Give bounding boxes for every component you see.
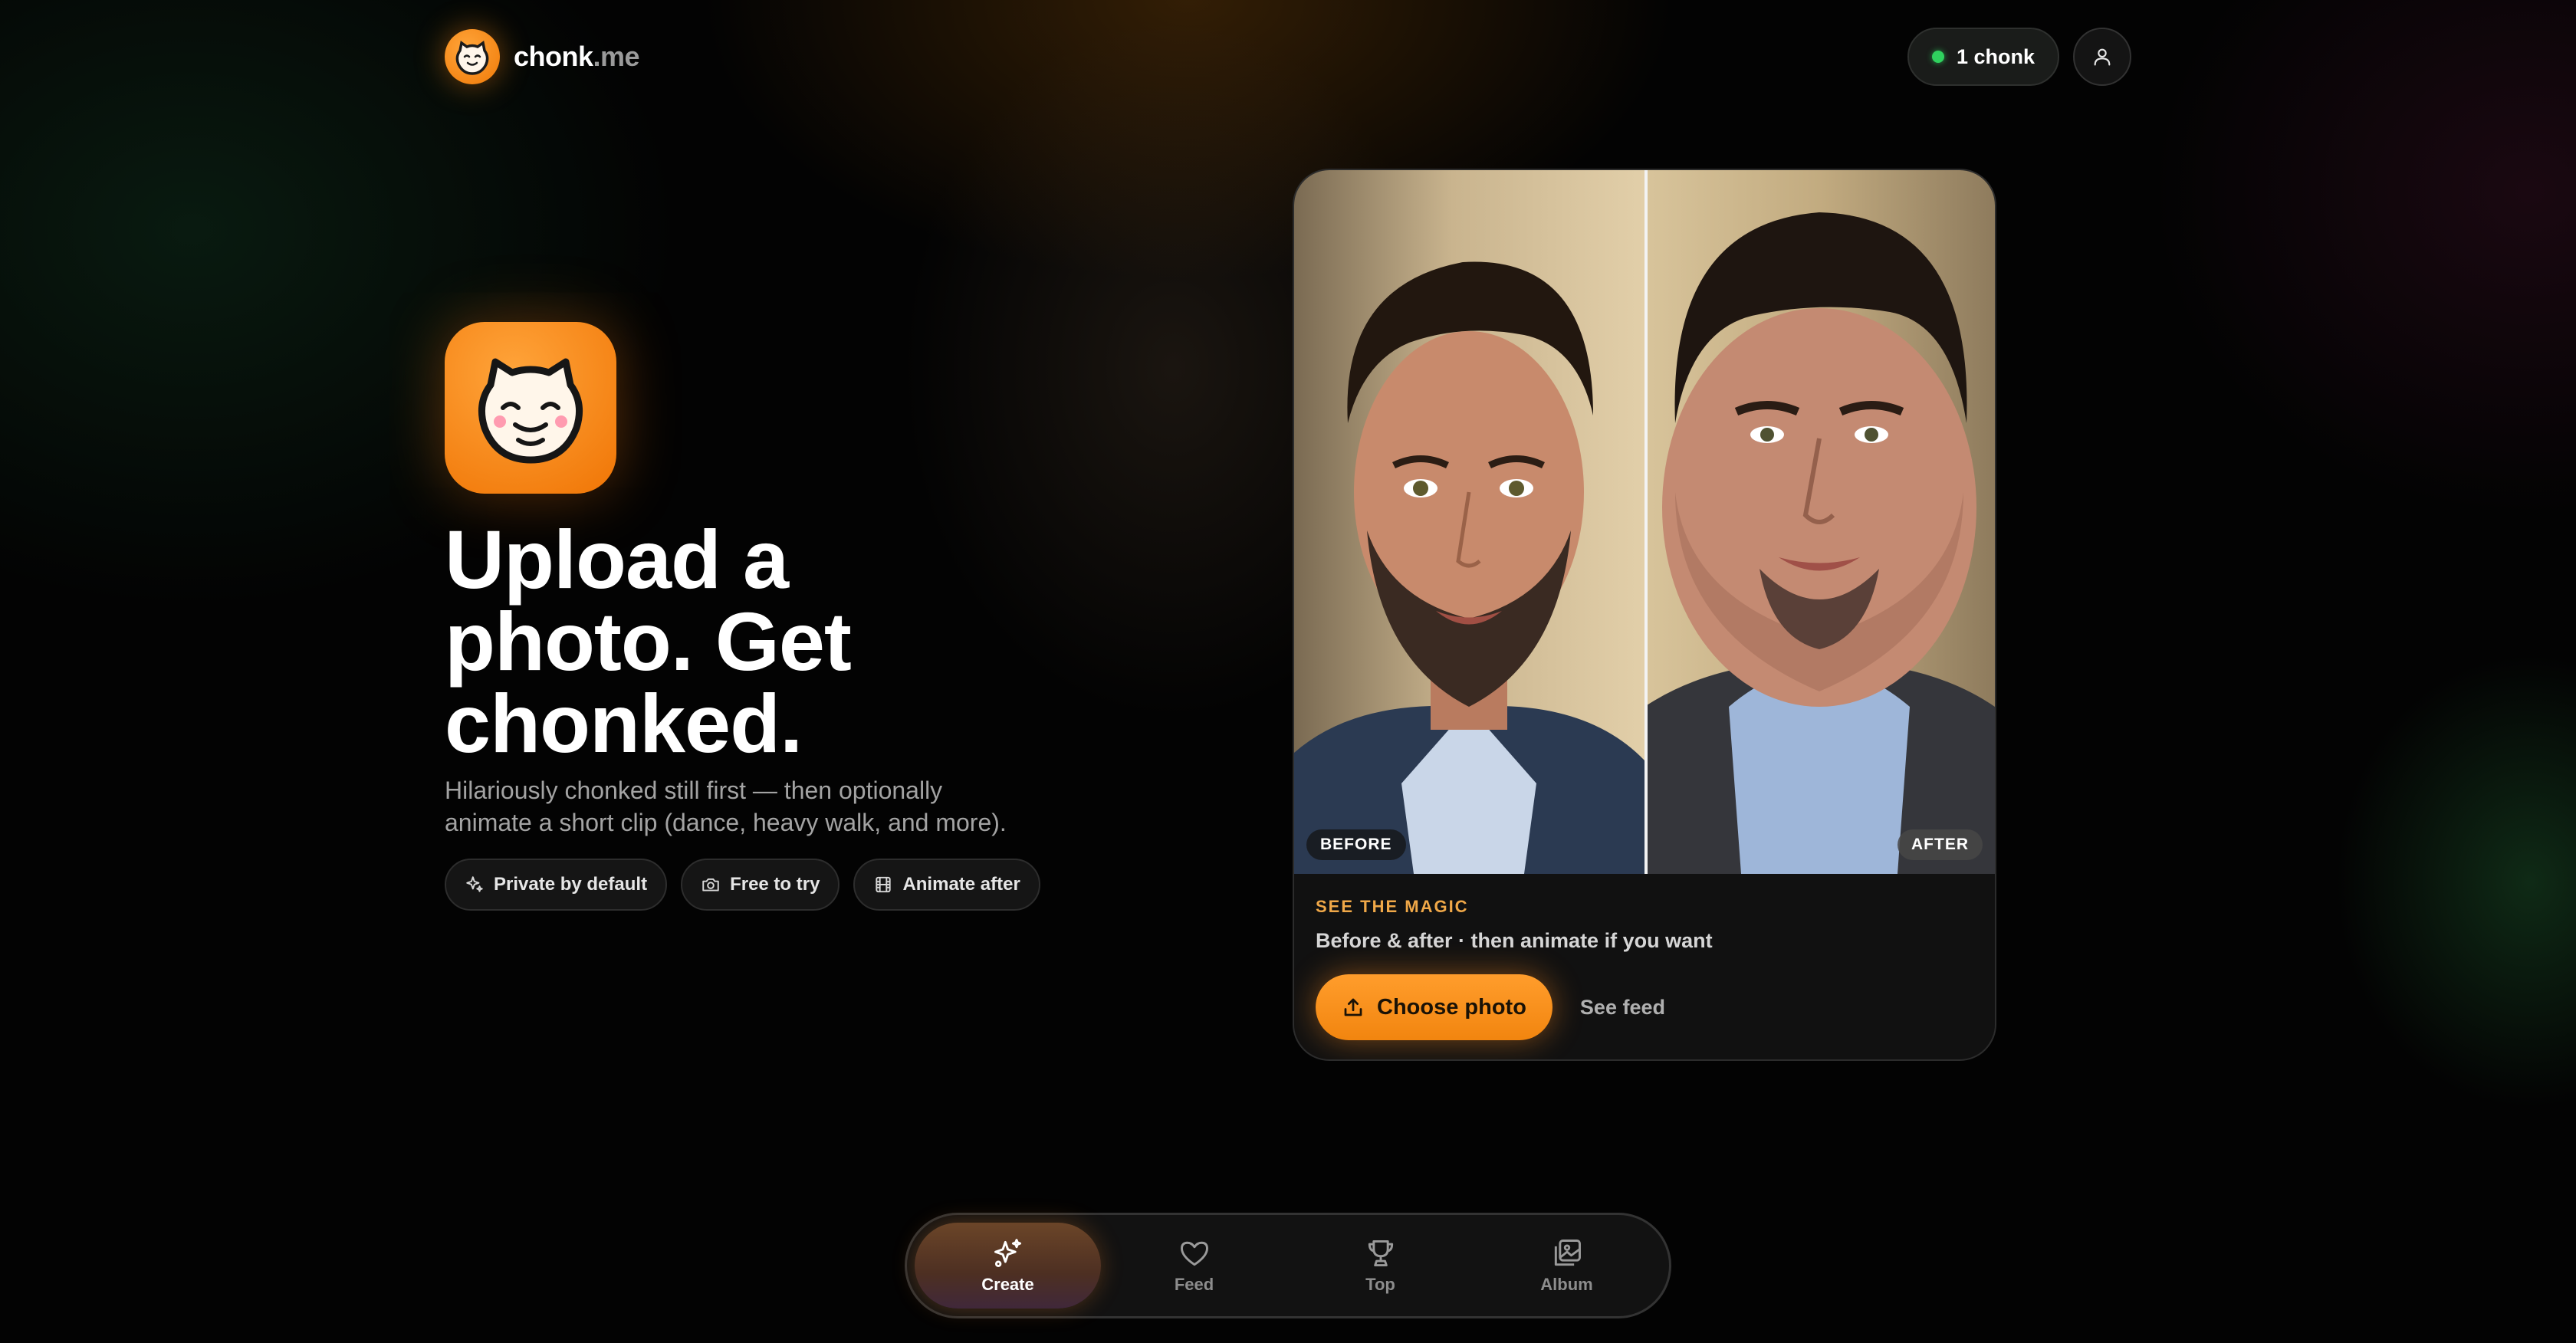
nav-label: Album [1540, 1275, 1593, 1294]
sparkles-icon [466, 876, 483, 892]
chip-animate: Animate after [853, 859, 1040, 911]
card-actions: Choose photo See feed [1316, 974, 1973, 1040]
credits-label: 1 chonk [1956, 44, 2035, 68]
camera-icon [702, 878, 719, 892]
user-icon [2094, 48, 2111, 66]
card-body: SEE THE MAGIC Before & after · then anim… [1294, 874, 1995, 1059]
heart-icon [1180, 1241, 1208, 1266]
logo-wordmark: chonk.me [514, 41, 640, 73]
chip-label: Animate after [902, 874, 1020, 895]
film-icon [876, 876, 892, 893]
chip-label: Free to try [730, 874, 820, 895]
status-dot [1931, 51, 1944, 63]
credits-pill[interactable]: 1 chonk [1907, 28, 2059, 86]
nav-label: Top [1365, 1275, 1395, 1294]
hero-subtitle: Hilariously chonked still first — then o… [445, 777, 1007, 836]
chip-private: Private by default [445, 859, 668, 911]
profile-button[interactable] [2073, 28, 2131, 86]
compare-divider-handle[interactable] [1644, 170, 1648, 874]
before-label: BEFORE [1306, 829, 1406, 860]
nav-feed[interactable]: Feed [1101, 1223, 1287, 1309]
hero-title: Upload a photo. Get chonked. [445, 513, 852, 770]
nav-create[interactable]: Create [915, 1223, 1101, 1309]
logo-name: chonk [514, 41, 593, 72]
logo[interactable]: chonk.me [445, 29, 640, 84]
chip-label: Private by default [494, 874, 648, 895]
chonk-face-icon [445, 29, 500, 84]
bottom-nav: Create Feed Top Album [905, 1213, 1671, 1318]
before-after-compare[interactable]: BEFORE AFTER [1294, 170, 1995, 874]
see-feed-link[interactable]: See feed [1580, 996, 1665, 1020]
feature-chips: Private by default Free to try Animate a… [445, 859, 1040, 911]
choose-photo-label: Choose photo [1377, 994, 1526, 1020]
card-eyebrow: SEE THE MAGIC [1316, 897, 1469, 916]
chip-free: Free to try [681, 859, 840, 911]
logo-tld: .me [593, 41, 640, 72]
card-caption: Before & after · then animate if you wan… [1316, 929, 1713, 952]
album-icon [1554, 1240, 1581, 1266]
after-label: AFTER [1898, 829, 1983, 860]
nav-top[interactable]: Top [1287, 1223, 1474, 1309]
before-image: BEFORE [1294, 170, 1644, 874]
upload-icon [1344, 998, 1362, 1016]
chonk-face-icon [478, 358, 583, 464]
before-after-card: BEFORE AFTER SEE THE MAGIC Before & afte… [1293, 169, 1996, 1061]
nav-album[interactable]: Album [1474, 1223, 1660, 1309]
choose-photo-button[interactable]: Choose photo [1316, 974, 1552, 1040]
app-icon [445, 322, 616, 494]
after-image: AFTER [1644, 170, 1995, 874]
page: chonk.me 1 chonk Upload a photo. Get cho… [0, 0, 2576, 1343]
header-actions: 1 chonk [1907, 28, 2131, 86]
nav-label: Create [981, 1275, 1034, 1294]
nav-label: Feed [1174, 1275, 1214, 1294]
trophy-icon [1368, 1240, 1393, 1267]
sparkles-icon [994, 1239, 1021, 1267]
